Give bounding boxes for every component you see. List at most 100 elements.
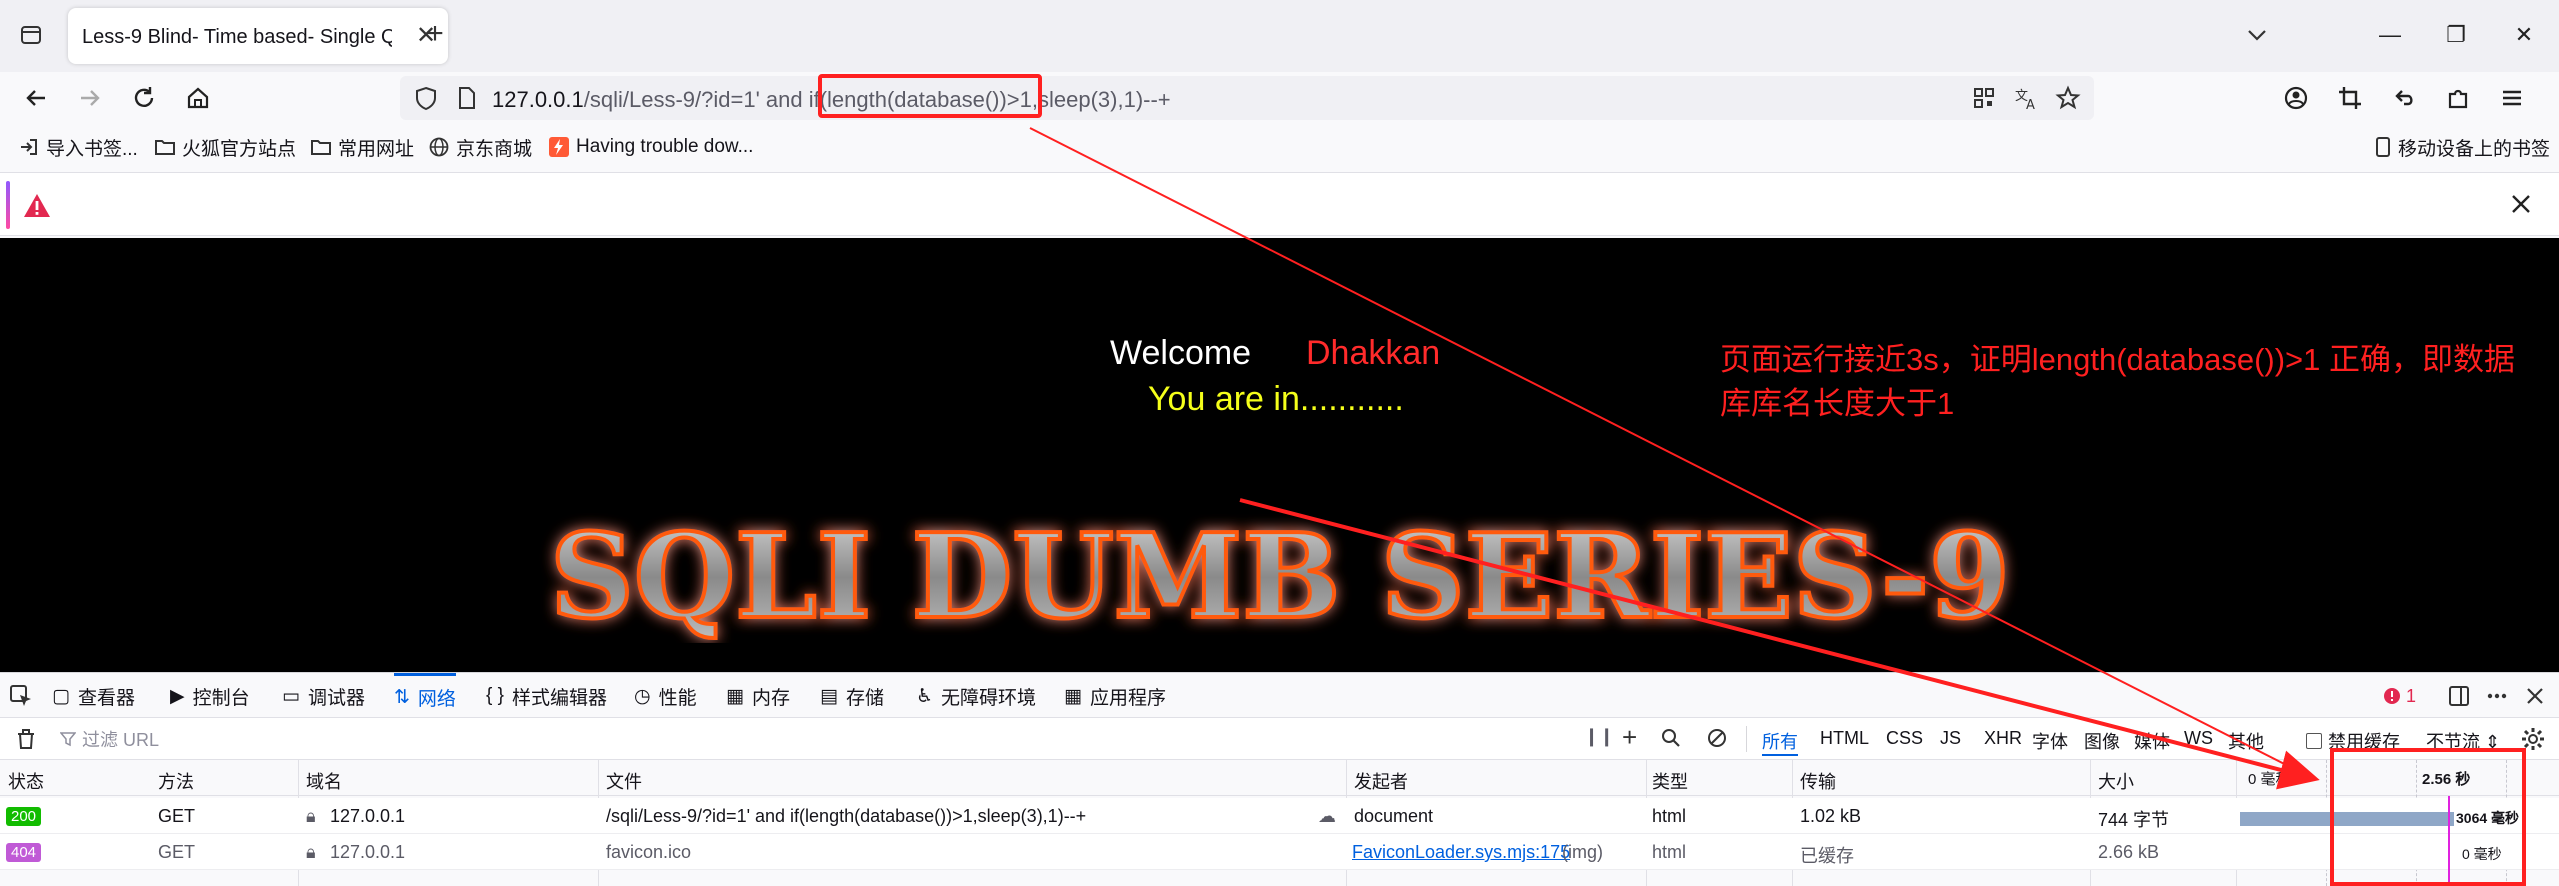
error-icon (2384, 688, 2400, 704)
trash-icon[interactable] (14, 727, 38, 756)
bookmark-common-label: 常用网址 (338, 138, 415, 160)
initiator-link[interactable]: FaviconLoader.sys.mjs:175 (1352, 842, 1570, 863)
minimize-icon[interactable]: — (2370, 18, 2410, 52)
new-tab-button[interactable]: + (418, 18, 452, 52)
devtools-tab-5[interactable]: ◷ 性能 (634, 673, 697, 719)
undo-icon[interactable] (2386, 80, 2422, 116)
devtools-tab-label: 调试器 (307, 687, 365, 709)
filter-type-9[interactable]: 其他 (2228, 728, 2264, 754)
devtools-close-icon[interactable] (2522, 681, 2548, 711)
devtools-tab-icon: ◷ (634, 685, 651, 707)
filter-type-1[interactable]: HTML (1820, 728, 1869, 749)
devtools-tab-icon: ♿︎ (916, 685, 934, 707)
block-icon[interactable] (1706, 727, 1728, 754)
column-header-1[interactable]: 方法 (158, 768, 194, 794)
list-all-tabs-icon[interactable] (2240, 18, 2274, 52)
window-close-icon[interactable]: ✕ (2504, 18, 2544, 52)
reload-icon[interactable] (126, 80, 162, 116)
account-icon[interactable] (2278, 80, 2314, 116)
column-header-4[interactable]: 发起者 (1354, 768, 1408, 794)
toolbar-separator (1746, 726, 1747, 752)
devtools-tab-label: 查看器 (77, 687, 135, 709)
add-request-icon[interactable]: + (1622, 724, 1637, 750)
tab-list-icon[interactable] (14, 18, 48, 52)
translate-icon[interactable]: 文A (2010, 82, 2042, 114)
home-icon[interactable] (180, 80, 216, 116)
dock-icon[interactable] (2446, 681, 2472, 711)
bookmark-import[interactable]: 导入书签... (18, 134, 138, 160)
bookmark-mobile[interactable]: 移动设备上的书签 (2374, 134, 2550, 160)
shield-icon[interactable] (410, 82, 442, 114)
devtools-tab-2[interactable]: ▭ 调试器 (282, 673, 365, 719)
column-header-2[interactable]: 域名 (306, 768, 342, 794)
devtools-tab-0[interactable]: ▢ 查看器 (52, 673, 135, 719)
bookmark-trouble-label: Having trouble dow... (576, 136, 754, 157)
file-cell: favicon.ico (606, 842, 692, 862)
devtools-tab-7[interactable]: ▤ 存储 (820, 673, 884, 719)
restore-icon[interactable]: ❐ (2436, 18, 2476, 52)
devtools-tab-4[interactable]: { } 样式编辑器 (486, 673, 607, 719)
column-header-0[interactable]: 状态 (8, 768, 44, 794)
more-options-icon[interactable] (2484, 681, 2510, 711)
import-icon (21, 139, 37, 155)
mobile-icon (2376, 137, 2390, 157)
bookmark-firefox-label: 火狐官方站点 (182, 138, 297, 160)
screenshot-crop-icon[interactable] (2332, 80, 2368, 116)
bookmark-jd[interactable]: 京东商城 (428, 134, 532, 160)
bookmark-common[interactable]: 常用网址 (310, 134, 414, 160)
initiator-extra: (img) (1562, 842, 1603, 862)
extensions-icon[interactable] (2440, 80, 2476, 116)
column-header-3[interactable]: 文件 (606, 768, 642, 794)
devtools-tab-label: 性能 (658, 687, 697, 709)
filter-type-6[interactable]: 图像 (2084, 728, 2120, 754)
welcome-text: Welcome (1110, 334, 1252, 372)
column-header-5[interactable]: 类型 (1652, 768, 1688, 794)
notification-close-icon[interactable] (2506, 189, 2536, 219)
devtools-tab-1[interactable]: ▶ 控制台 (170, 673, 250, 719)
tab-bar: Less-9 Blind- Time based- Single Quotes-… (0, 0, 2559, 72)
back-icon[interactable] (18, 80, 54, 116)
devtools-tab-icon: ▢ (52, 685, 70, 707)
bookmark-trouble[interactable]: Having trouble dow... (548, 134, 753, 160)
devtools-tab-8[interactable]: ♿︎ 无障碍环境 (916, 673, 1036, 719)
qr-code-icon[interactable] (1968, 82, 2000, 114)
column-header-7[interactable]: 大小 (2098, 768, 2134, 794)
filter-type-8[interactable]: WS (2184, 728, 2213, 749)
search-icon[interactable] (1660, 727, 1682, 754)
filter-type-5[interactable]: 字体 (2032, 728, 2068, 754)
status-badge: 404 (6, 843, 42, 862)
filter-type-3[interactable]: JS (1940, 728, 1961, 749)
bookmark-star-icon[interactable] (2052, 82, 2084, 114)
filter-type-7[interactable]: 媒体 (2134, 728, 2170, 754)
table-row[interactable]: 404 GET 🔒︎ 127.0.0.1 favicon.ico Favicon… (0, 834, 2559, 870)
filter-type-4[interactable]: XHR (1984, 728, 2022, 749)
error-indicator[interactable]: 1 (2382, 681, 2416, 711)
url-bar[interactable]: 127.0.0.1/sqli/Less-9/?id=1' and if(leng… (400, 74, 2094, 120)
forward-icon[interactable] (72, 80, 108, 116)
devtools-tab-label: 无障碍环境 (941, 687, 1037, 709)
tab-active[interactable]: Less-9 Blind- Time based- Single Quotes-… (68, 8, 448, 64)
devtools-tab-3[interactable]: ⇅ 网络 (394, 673, 456, 719)
filter-type-2[interactable]: CSS (1886, 728, 1923, 749)
lock-icon: 🔒︎ (306, 842, 316, 862)
bookmark-firefox[interactable]: 火狐官方站点 (154, 134, 296, 160)
svg-text:A: A (2026, 98, 2035, 113)
disable-cache-checkbox[interactable] (2306, 733, 2322, 749)
devtools-tab-icon: ⇅ (394, 687, 410, 708)
devtools-tab-label: 网络 (417, 689, 456, 710)
lock-icon: 🔒︎ (306, 806, 316, 826)
menu-icon[interactable] (2494, 80, 2530, 116)
status-badge: 200 (6, 807, 42, 826)
pause-icon[interactable]: ❙❙ (1584, 726, 1614, 747)
devtools-tab-6[interactable]: ▦ 内存 (726, 673, 790, 719)
filter-type-0[interactable]: 所有 (1762, 728, 1798, 756)
page-info-icon[interactable] (450, 82, 482, 114)
column-header-6[interactable]: 传输 (1800, 768, 1836, 794)
devtools-tab-icon: ▦ (726, 685, 744, 707)
table-row[interactable]: 200 GET 🔒︎ 127.0.0.1 /sqli/Less-9/?id=1'… (0, 798, 2559, 834)
element-picker-icon[interactable] (8, 673, 34, 719)
file-cell: /sqli/Less-9/?id=1' and if(length(databa… (606, 806, 1087, 826)
devtools-tab-9[interactable]: ▦ 应用程序 (1064, 673, 1166, 719)
timing-highlight-annotation (2330, 748, 2526, 886)
filter-url-input[interactable]: 过滤 URL (60, 726, 159, 752)
